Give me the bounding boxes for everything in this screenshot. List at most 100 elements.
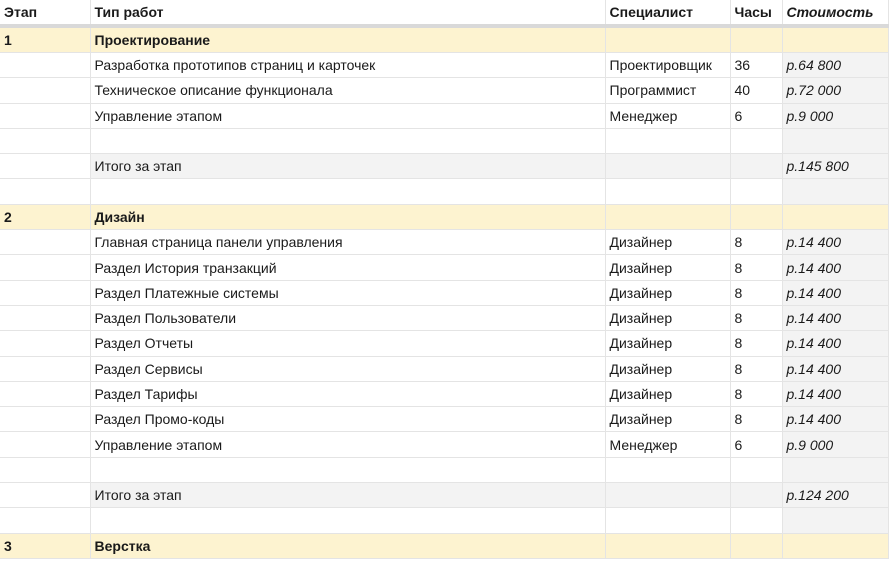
- specialist-cell[interactable]: Дизайнер: [605, 406, 731, 433]
- stage-cell[interactable]: [0, 280, 91, 306]
- specialist-cell[interactable]: Дизайнер: [605, 229, 731, 256]
- stage-cell[interactable]: [0, 305, 91, 332]
- hours-cell[interactable]: 6: [730, 431, 783, 458]
- hours-cell[interactable]: 36: [730, 52, 783, 79]
- specialist-cell[interactable]: Проектировщик: [605, 52, 731, 79]
- header-specialist[interactable]: Специалист: [605, 0, 731, 28]
- stage-cell[interactable]: [0, 381, 91, 408]
- stage-cell[interactable]: [0, 128, 91, 155]
- cost-cell[interactable]: р.64 800: [782, 52, 889, 79]
- header-stage[interactable]: Этап: [0, 0, 91, 28]
- cost-cell[interactable]: [782, 178, 889, 205]
- work-cell[interactable]: Итого за этап: [90, 482, 606, 509]
- work-cell[interactable]: Проектирование: [90, 26, 606, 53]
- work-cell[interactable]: Техническое описание функционала: [90, 77, 606, 104]
- hours-cell[interactable]: [730, 533, 783, 559]
- stage-cell[interactable]: [0, 254, 91, 281]
- specialist-cell[interactable]: Дизайнер: [605, 254, 731, 281]
- stage-cell[interactable]: [0, 482, 91, 509]
- stage-cell[interactable]: [0, 229, 91, 256]
- cost-cell[interactable]: р.145 800: [782, 153, 889, 180]
- hours-cell[interactable]: 8: [730, 381, 783, 408]
- specialist-cell[interactable]: [605, 178, 731, 205]
- work-cell[interactable]: Разработка прототипов страниц и карточек: [90, 52, 606, 79]
- work-cell[interactable]: Главная страница панели управления: [90, 229, 606, 256]
- work-cell[interactable]: Дизайн: [90, 204, 606, 231]
- cost-cell[interactable]: р.14 400: [782, 229, 889, 256]
- work-cell[interactable]: Раздел Отчеты: [90, 330, 606, 357]
- cost-cell[interactable]: [782, 204, 889, 231]
- hours-cell[interactable]: [730, 153, 783, 180]
- hours-cell[interactable]: [730, 457, 783, 484]
- work-cell[interactable]: Раздел Платежные системы: [90, 280, 606, 306]
- specialist-cell[interactable]: Дизайнер: [605, 305, 731, 332]
- stage-cell[interactable]: [0, 77, 91, 104]
- hours-cell[interactable]: 6: [730, 103, 783, 129]
- cost-cell[interactable]: р.124 200: [782, 482, 889, 509]
- cost-cell[interactable]: [782, 26, 889, 53]
- stage-cell[interactable]: [0, 330, 91, 357]
- stage-cell[interactable]: [0, 406, 91, 433]
- cost-cell[interactable]: [782, 128, 889, 155]
- hours-cell[interactable]: 8: [730, 356, 783, 382]
- hours-cell[interactable]: 8: [730, 406, 783, 433]
- cost-cell[interactable]: р.14 400: [782, 305, 889, 332]
- hours-cell[interactable]: 8: [730, 229, 783, 256]
- stage-cell[interactable]: [0, 431, 91, 458]
- hours-cell[interactable]: 8: [730, 305, 783, 332]
- header-work[interactable]: Тип работ: [90, 0, 606, 28]
- hours-cell[interactable]: [730, 128, 783, 155]
- hours-cell[interactable]: 8: [730, 280, 783, 306]
- hours-cell[interactable]: [730, 482, 783, 509]
- work-cell[interactable]: Раздел Сервисы: [90, 356, 606, 382]
- cost-cell[interactable]: [782, 533, 889, 559]
- work-cell[interactable]: [90, 128, 606, 155]
- header-cost[interactable]: Стоимость: [782, 0, 889, 28]
- specialist-cell[interactable]: [605, 533, 731, 559]
- stage-cell[interactable]: [0, 356, 91, 382]
- stage-cell[interactable]: [0, 103, 91, 129]
- hours-cell[interactable]: 8: [730, 330, 783, 357]
- specialist-cell[interactable]: [605, 482, 731, 509]
- stage-cell[interactable]: [0, 178, 91, 205]
- specialist-cell[interactable]: Дизайнер: [605, 381, 731, 408]
- hours-cell[interactable]: [730, 178, 783, 205]
- work-cell[interactable]: [90, 507, 606, 534]
- cost-cell[interactable]: р.14 400: [782, 381, 889, 408]
- cost-cell[interactable]: р.9 000: [782, 103, 889, 129]
- hours-cell[interactable]: 40: [730, 77, 783, 104]
- stage-cell[interactable]: [0, 507, 91, 534]
- specialist-cell[interactable]: [605, 457, 731, 484]
- work-cell[interactable]: Управление этапом: [90, 431, 606, 458]
- cost-cell[interactable]: [782, 507, 889, 534]
- specialist-cell[interactable]: [605, 26, 731, 53]
- hours-cell[interactable]: [730, 26, 783, 53]
- cost-cell[interactable]: р.14 400: [782, 356, 889, 382]
- specialist-cell[interactable]: Менеджер: [605, 431, 731, 458]
- cost-cell[interactable]: р.14 400: [782, 406, 889, 433]
- work-cell[interactable]: Верстка: [90, 533, 606, 559]
- specialist-cell[interactable]: Дизайнер: [605, 330, 731, 357]
- specialist-cell[interactable]: Дизайнер: [605, 280, 731, 306]
- stage-cell[interactable]: [0, 457, 91, 484]
- work-cell[interactable]: Итого за этап: [90, 153, 606, 180]
- specialist-cell[interactable]: [605, 507, 731, 534]
- specialist-cell[interactable]: [605, 153, 731, 180]
- cost-cell[interactable]: р.14 400: [782, 280, 889, 306]
- header-hours[interactable]: Часы: [730, 0, 783, 28]
- cost-cell[interactable]: р.14 400: [782, 330, 889, 357]
- specialist-cell[interactable]: Программист: [605, 77, 731, 104]
- cost-cell[interactable]: р.72 000: [782, 77, 889, 104]
- hours-cell[interactable]: [730, 204, 783, 231]
- stage-cell[interactable]: [0, 153, 91, 180]
- work-cell[interactable]: Раздел Промо-коды: [90, 406, 606, 433]
- cost-cell[interactable]: [782, 457, 889, 484]
- stage-cell[interactable]: [0, 52, 91, 79]
- specialist-cell[interactable]: [605, 204, 731, 231]
- work-cell[interactable]: Раздел Тарифы: [90, 381, 606, 408]
- work-cell[interactable]: [90, 457, 606, 484]
- work-cell[interactable]: Раздел История транзакций: [90, 254, 606, 281]
- hours-cell[interactable]: 8: [730, 254, 783, 281]
- stage-cell[interactable]: 1: [0, 26, 91, 53]
- hours-cell[interactable]: [730, 507, 783, 534]
